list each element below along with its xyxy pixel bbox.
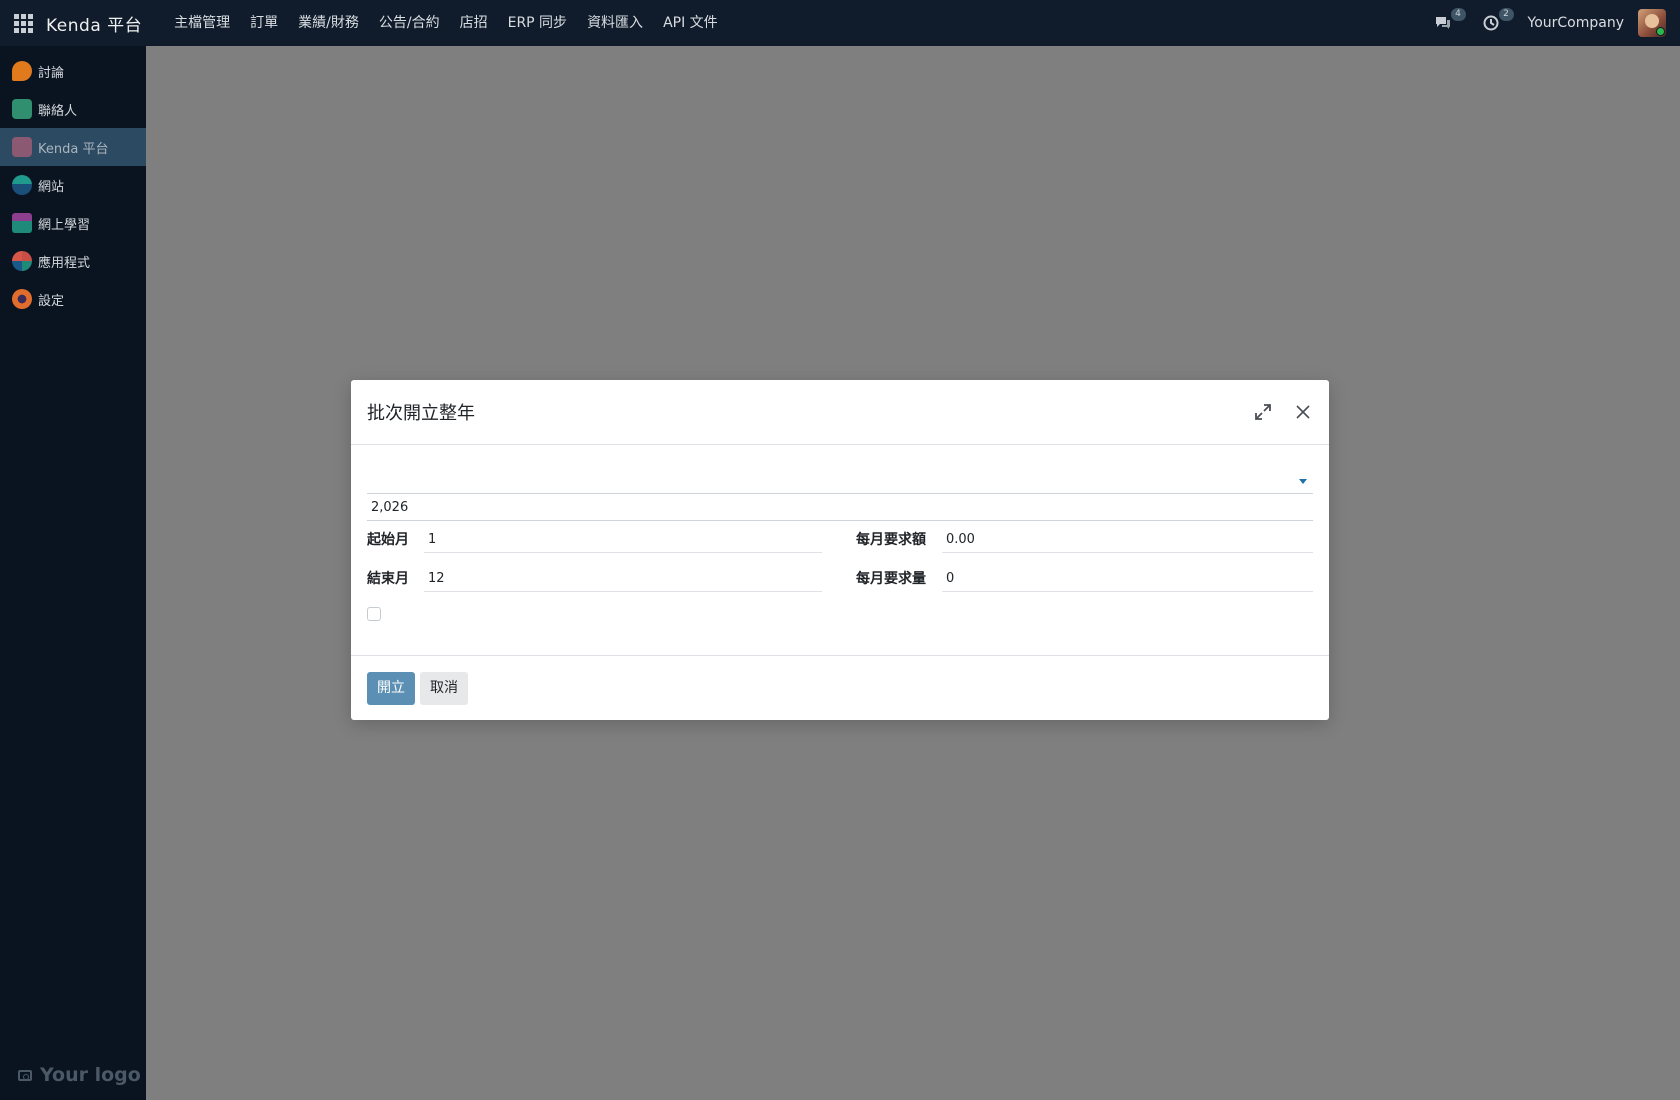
company-logo: Your logo xyxy=(18,1064,141,1086)
sidebar-item-discuss[interactable]: 討論 xyxy=(0,52,146,90)
menu-item-signage[interactable]: 店招 xyxy=(450,0,498,46)
main-menu: 主檔管理 訂單 業績/財務 公告/合約 店招 ERP 同步 資料匯入 API 文… xyxy=(164,0,728,46)
systray: 4 2 YourCompany xyxy=(1432,0,1680,46)
monthly-qty-input[interactable]: 0 xyxy=(942,564,1313,592)
menu-item-erp-sync[interactable]: ERP 同步 xyxy=(498,0,577,46)
messages-icon[interactable]: 4 xyxy=(1432,8,1466,34)
user-avatar[interactable] xyxy=(1638,9,1666,37)
menu-item-orders[interactable]: 訂單 xyxy=(240,0,288,46)
sidebar-item-contacts[interactable]: 聯絡人 xyxy=(0,90,146,128)
elearning-icon xyxy=(12,213,32,233)
batch-issue-dialog: 批次開立整年 2,026 起始月 1 每月要求額 0.00 結束月 12 每月要… xyxy=(351,380,1329,720)
start-month-input[interactable]: 1 xyxy=(424,525,822,553)
menu-item-data-import[interactable]: 資料匯入 xyxy=(577,0,653,46)
menu-item-master-data[interactable]: 主檔管理 xyxy=(164,0,240,46)
dialog-title: 批次開立整年 xyxy=(367,403,475,424)
messages-count-badge: 4 xyxy=(1450,8,1466,21)
sidebar-item-settings[interactable]: 設定 xyxy=(0,280,146,318)
sidebar-item-label: 網上學習 xyxy=(38,217,91,233)
monthly-amount-label: 每月要求額 xyxy=(856,532,926,548)
camera-icon xyxy=(18,1069,32,1081)
cancel-button[interactable]: 取消 xyxy=(420,671,468,705)
settings-icon xyxy=(12,289,32,309)
dialog-header: 批次開立整年 xyxy=(351,380,1329,445)
activities-count-badge: 2 xyxy=(1498,8,1514,21)
chevron-down-icon xyxy=(1299,479,1307,484)
apps-icon xyxy=(12,251,32,271)
expand-icon[interactable] xyxy=(1253,402,1273,422)
top-navbar: Kenda 平台 主檔管理 訂單 業績/財務 公告/合約 店招 ERP 同步 資… xyxy=(0,0,1680,46)
sidebar-item-label: Kenda 平台 xyxy=(38,141,109,157)
website-icon xyxy=(12,175,32,195)
sidebar-item-label: 網站 xyxy=(38,179,65,195)
start-month-label: 起始月 xyxy=(367,532,409,548)
contacts-icon xyxy=(12,99,32,119)
online-status-icon xyxy=(1656,27,1665,36)
kenda-icon xyxy=(12,137,32,157)
close-icon[interactable] xyxy=(1293,402,1313,422)
app-brand[interactable]: Kenda 平台 xyxy=(46,11,142,36)
logo-text: Your logo xyxy=(40,1064,141,1086)
company-switcher[interactable]: YourCompany xyxy=(1528,15,1625,31)
discuss-icon xyxy=(12,61,32,81)
option-checkbox[interactable] xyxy=(367,607,381,621)
end-month-label: 結束月 xyxy=(367,571,409,587)
dialog-footer: 開立 取消 xyxy=(351,655,1329,720)
menu-item-announcements[interactable]: 公告/合約 xyxy=(369,0,450,46)
year-input[interactable]: 2,026 xyxy=(367,495,1313,521)
menu-item-api-docs[interactable]: API 文件 xyxy=(653,0,728,46)
activities-icon[interactable]: 2 xyxy=(1480,8,1514,34)
dialog-body: 2,026 起始月 1 每月要求額 0.00 結束月 12 每月要求量 0 xyxy=(351,445,1329,655)
sidebar-item-kenda[interactable]: Kenda 平台 xyxy=(0,128,146,166)
sidebar-item-label: 應用程式 xyxy=(38,255,91,271)
sidebar-item-label: 討論 xyxy=(38,65,65,81)
confirm-button[interactable]: 開立 xyxy=(367,671,415,705)
sidebar-item-website[interactable]: 網站 xyxy=(0,166,146,204)
end-month-input[interactable]: 12 xyxy=(424,564,822,592)
sidebar-item-elearning[interactable]: 網上學習 xyxy=(0,204,146,242)
sidebar-item-label: 聯絡人 xyxy=(38,103,78,119)
sidebar: 討論 聯絡人 Kenda 平台 網站 網上學習 應用程式 設定 Your log… xyxy=(0,46,146,1100)
sidebar-item-label: 設定 xyxy=(38,293,65,309)
monthly-amount-input[interactable]: 0.00 xyxy=(942,525,1313,553)
app-menu-icon[interactable] xyxy=(0,0,46,46)
sidebar-item-apps[interactable]: 應用程式 xyxy=(0,242,146,280)
menu-item-finance[interactable]: 業績/財務 xyxy=(288,0,369,46)
monthly-qty-label: 每月要求量 xyxy=(856,571,926,587)
partner-select[interactable] xyxy=(367,465,1313,494)
